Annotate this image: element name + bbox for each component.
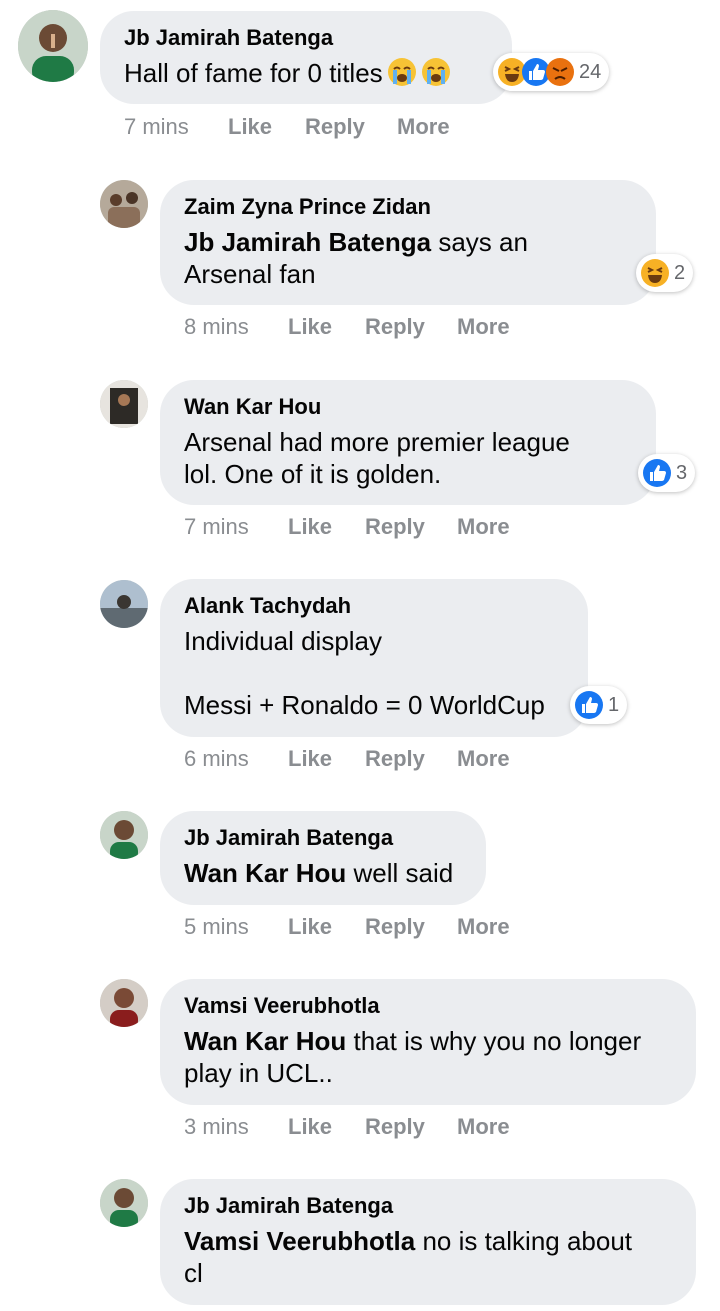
like-reaction-icon	[642, 458, 672, 488]
comment-bubble[interactable]: Jb Jamirah Batenga Wan Kar Hou well said	[160, 811, 486, 905]
comment-2: Zaim Zyna Prince Zidan Jb Jamirah Bateng…	[0, 168, 720, 368]
comment-bubble[interactable]: Wan Kar Hou Arsenal had more premier lea…	[160, 380, 656, 505]
avatar[interactable]	[100, 979, 148, 1027]
more-button[interactable]: More	[397, 112, 450, 142]
comment-actions: 5 mins Like Reply More	[184, 912, 584, 942]
comment-text: Individual display Messi + Ronaldo = 0 W…	[184, 626, 545, 720]
comment-author[interactable]: Jb Jamirah Batenga	[184, 825, 462, 851]
avatar[interactable]	[100, 380, 148, 428]
like-button[interactable]: Like	[288, 1112, 332, 1142]
more-button[interactable]: More	[457, 312, 510, 342]
crying-face-icon	[387, 57, 417, 87]
comment-timestamp: 8 mins	[184, 314, 249, 339]
comment-author[interactable]: Zaim Zyna Prince Zidan	[184, 194, 632, 220]
reply-button[interactable]: Reply	[305, 112, 365, 142]
comment-4: Alank Tachydah Individual display Messi …	[0, 568, 720, 771]
comment-7: Jb Jamirah Batenga Vamsi Veerubhotla no …	[0, 1168, 720, 1311]
comment-text: Arsenal had more premier league lol. One…	[184, 427, 570, 489]
comment-actions: 3 mins Like Reply More	[184, 1112, 584, 1142]
comment-timestamp: 6 mins	[184, 746, 249, 771]
reply-button[interactable]: Reply	[365, 744, 425, 774]
comment-author[interactable]: Wan Kar Hou	[184, 394, 632, 420]
comment-timestamp: 7 mins	[124, 114, 189, 139]
comment-text: Vamsi Veerubhotla no is talking about cl	[184, 1226, 633, 1288]
reaction-summary[interactable]: 24	[493, 53, 610, 91]
comment-actions: 8 mins Like Reply More	[184, 312, 584, 342]
reaction-count: 3	[676, 461, 688, 484]
more-button[interactable]: More	[457, 912, 510, 942]
reply-button[interactable]: Reply	[365, 512, 425, 542]
reaction-summary[interactable]: 3	[638, 454, 696, 492]
reaction-summary[interactable]: 2	[636, 254, 694, 292]
like-reaction-icon	[574, 690, 604, 720]
reaction-count: 2	[674, 261, 686, 284]
comment-bubble[interactable]: Jb Jamirah Batenga Vamsi Veerubhotla no …	[160, 1179, 696, 1305]
comment-bubble[interactable]: Jb Jamirah Batenga Hall of fame for 0 ti…	[100, 11, 512, 104]
reaction-summary[interactable]: 1	[570, 686, 628, 724]
comment-6: Vamsi Veerubhotla Wan Kar Hou that is wh…	[0, 968, 720, 1168]
avatar[interactable]	[100, 1179, 148, 1227]
comment-actions: 6 mins Like Reply More	[184, 744, 584, 774]
reply-button[interactable]: Reply	[365, 912, 425, 942]
more-button[interactable]: More	[457, 744, 510, 774]
reply-button[interactable]: Reply	[365, 1112, 425, 1142]
like-button[interactable]: Like	[228, 112, 272, 142]
comment-text: Jb Jamirah Batenga says an Arsenal fan	[184, 227, 528, 289]
mention-link[interactable]: Wan Kar Hou	[184, 1026, 346, 1056]
comment-bubble[interactable]: Alank Tachydah Individual display Messi …	[160, 579, 588, 737]
crying-face-icon	[421, 57, 451, 87]
like-button[interactable]: Like	[288, 912, 332, 942]
avatar[interactable]	[100, 811, 148, 859]
like-button[interactable]: Like	[288, 312, 332, 342]
comment-text: Wan Kar Hou that is why you no longer pl…	[184, 1026, 642, 1088]
comment-timestamp: 5 mins	[184, 914, 249, 939]
comment-timestamp: 7 mins	[184, 514, 249, 539]
avatar[interactable]	[100, 180, 148, 228]
like-button[interactable]: Like	[288, 744, 332, 774]
mention-link[interactable]: Vamsi Veerubhotla	[184, 1226, 415, 1256]
mention-link[interactable]: Wan Kar Hou	[184, 858, 346, 888]
comment-3: Wan Kar Hou Arsenal had more premier lea…	[0, 368, 720, 568]
comment-bubble[interactable]: Vamsi Veerubhotla Wan Kar Hou that is wh…	[160, 979, 696, 1105]
more-button[interactable]: More	[457, 1112, 510, 1142]
comment-actions: 7 mins Like Reply More	[124, 112, 524, 142]
comment-author[interactable]: Vamsi Veerubhotla	[184, 993, 672, 1019]
comment-author[interactable]: Alank Tachydah	[184, 593, 564, 619]
avatar[interactable]	[18, 10, 88, 82]
reaction-count: 24	[579, 60, 602, 83]
reaction-count: 1	[608, 693, 620, 716]
comment-text: Hall of fame for 0 titles	[124, 57, 488, 89]
more-button[interactable]: More	[457, 512, 510, 542]
comment-text: Wan Kar Hou well said	[184, 858, 454, 888]
angry-reaction-icon	[545, 57, 575, 87]
comment-author[interactable]: Jb Jamirah Batenga	[124, 25, 488, 51]
comment-bubble[interactable]: Zaim Zyna Prince Zidan Jb Jamirah Bateng…	[160, 180, 656, 305]
like-button[interactable]: Like	[288, 512, 332, 542]
comment-author[interactable]: Jb Jamirah Batenga	[184, 1193, 672, 1219]
comment-actions: 7 mins Like Reply More	[184, 512, 584, 542]
reply-button[interactable]: Reply	[365, 312, 425, 342]
avatar[interactable]	[100, 580, 148, 628]
comment-timestamp: 3 mins	[184, 1114, 249, 1139]
mention-link[interactable]: Jb Jamirah Batenga	[184, 227, 431, 257]
haha-reaction-icon	[640, 258, 670, 288]
